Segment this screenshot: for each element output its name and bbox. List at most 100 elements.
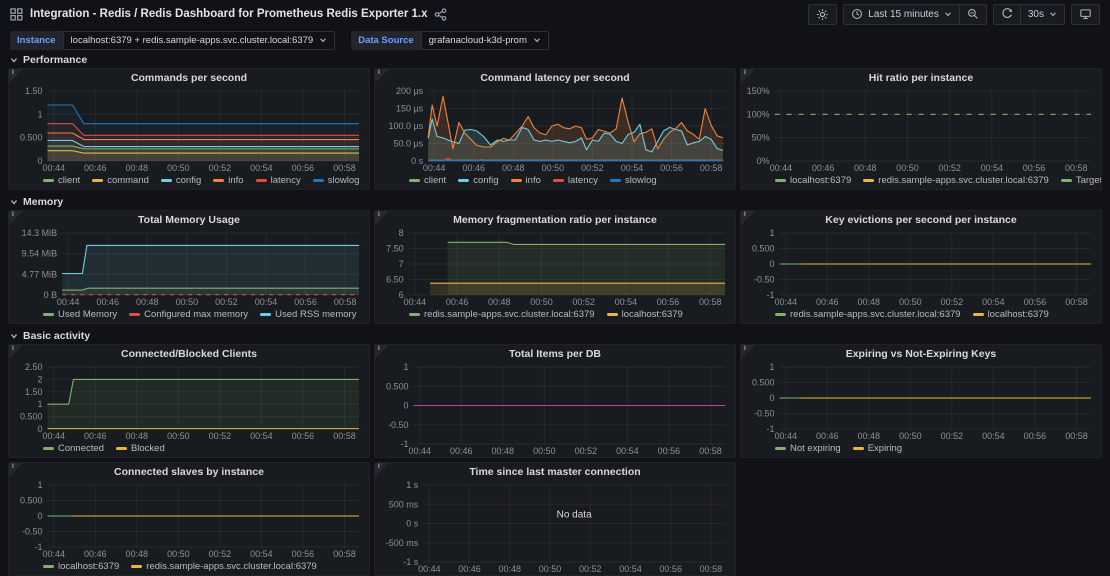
panel-title[interactable]: Key evictions per second per instance bbox=[741, 211, 1101, 228]
page-title[interactable]: Integration - Redis / Redis Dashboard fo… bbox=[30, 8, 427, 20]
panel-title[interactable]: Connected slaves by instance bbox=[9, 463, 369, 480]
share-icon[interactable] bbox=[434, 8, 447, 21]
svg-text:-1: -1 bbox=[766, 424, 774, 434]
chart-plot[interactable]: 00:4400:4600:4800:5000:5200:5400:5600:58… bbox=[745, 86, 1097, 174]
panel-title[interactable]: Total Memory Usage bbox=[9, 211, 369, 228]
legend-item-client[interactable]: client bbox=[43, 175, 80, 186]
legend-item-config[interactable]: config bbox=[458, 175, 498, 186]
svg-text:00:58: 00:58 bbox=[333, 549, 356, 559]
chart-canvas-total_items_per_db[interactable]: 00:4400:4600:4800:5000:5200:5400:5600:58… bbox=[379, 362, 731, 457]
legend-item-target-hit-ratio-for-cache[interactable]: Target hit ratio for cache bbox=[1061, 175, 1101, 186]
chart-canvas-key_evictions[interactable]: 00:4400:4600:4800:5000:5200:5400:5600:58… bbox=[745, 228, 1097, 308]
svg-text:00:50: 00:50 bbox=[899, 297, 922, 307]
legend-item-localhost-6379[interactable]: localhost:6379 bbox=[775, 175, 851, 186]
chart-canvas-hit_ratio[interactable]: 00:4400:4600:4800:5000:5200:5400:5600:58… bbox=[745, 86, 1097, 174]
row-header-memory[interactable]: Memory bbox=[0, 194, 1110, 210]
panel-title[interactable]: Connected/Blocked Clients bbox=[9, 345, 369, 362]
settings-button[interactable] bbox=[808, 4, 837, 25]
dashboard-toolbar: Last 15 minutes 30s bbox=[808, 4, 1100, 25]
svg-text:00:58: 00:58 bbox=[1065, 297, 1088, 307]
legend-item-used-rss-memory[interactable]: Used RSS memory bbox=[260, 309, 356, 320]
chart-plot[interactable]: 00:4400:4600:4800:5000:5200:5400:5600:58… bbox=[379, 480, 731, 575]
svg-text:0.500: 0.500 bbox=[20, 133, 43, 143]
chart-canvas-expiring_keys[interactable]: 00:4400:4600:4800:5000:5200:5400:5600:58… bbox=[745, 362, 1097, 442]
legend-item-info[interactable]: info bbox=[511, 175, 541, 186]
row-header-basic-activity[interactable]: Basic activity bbox=[0, 328, 1110, 344]
datasource-variable-value[interactable]: grafanacloud-k3d-prom bbox=[421, 31, 549, 50]
panel-key_evictions: iKey evictions per second per instance00… bbox=[740, 210, 1102, 324]
chart-legend: redis.sample-apps.svc.cluster.local:6379… bbox=[375, 308, 735, 323]
panel-title[interactable]: Time since last master connection bbox=[375, 463, 735, 480]
chart-canvas-command_latency[interactable]: 00:4400:4600:4800:5000:5200:5400:5600:58… bbox=[379, 86, 731, 174]
legend-item-redis-sample-apps-svc-cluster-local-6379[interactable]: redis.sample-apps.svc.cluster.local:6379 bbox=[775, 309, 961, 320]
time-range-picker[interactable]: Last 15 minutes bbox=[843, 4, 960, 25]
svg-text:00:58: 00:58 bbox=[699, 297, 722, 307]
legend-item-blocked[interactable]: Blocked bbox=[116, 443, 165, 454]
instance-variable-value[interactable]: localhost:6379 + redis.sample-apps.svc.c… bbox=[63, 31, 336, 50]
chart-plot[interactable]: 00:4400:4600:4800:5000:5200:5400:5600:58… bbox=[379, 362, 731, 457]
svg-text:00:46: 00:46 bbox=[446, 297, 469, 307]
legend-item-info[interactable]: info bbox=[213, 175, 243, 186]
kiosk-mode-button[interactable] bbox=[1071, 4, 1100, 25]
chart-canvas-commands_per_second[interactable]: 00:4400:4600:4800:5000:5200:5400:5600:58… bbox=[13, 86, 365, 174]
legend-item-redis-sample-apps-svc-cluster-local-6379[interactable]: redis.sample-apps.svc.cluster.local:6379 bbox=[863, 175, 1049, 186]
legend-item-config[interactable]: config bbox=[161, 175, 201, 186]
refresh-button[interactable] bbox=[993, 4, 1021, 25]
chevron-down-icon bbox=[1049, 10, 1057, 18]
chart-canvas-connected_slaves[interactable]: 00:4400:4600:4800:5000:5200:5400:5600:58… bbox=[13, 480, 365, 560]
legend-item-redis-sample-apps-svc-cluster-local-6379[interactable]: redis.sample-apps.svc.cluster.local:6379 bbox=[131, 561, 317, 572]
panel-title[interactable]: Hit ratio per instance bbox=[741, 69, 1101, 86]
chart-plot[interactable]: 00:4400:4600:4800:5000:5200:5400:5600:58… bbox=[13, 362, 365, 442]
panel-title[interactable]: Commands per second bbox=[9, 69, 369, 86]
row-header-performance[interactable]: Performance bbox=[0, 52, 1110, 68]
legend-item-not-expiring[interactable]: Not expiring bbox=[775, 443, 841, 454]
chart-canvas-connected_blocked_clients[interactable]: 00:4400:4600:4800:5000:5200:5400:5600:58… bbox=[13, 362, 365, 442]
chart-plot[interactable]: 00:4400:4600:4800:5000:5200:5400:5600:58… bbox=[13, 480, 365, 560]
legend-marker bbox=[409, 179, 420, 182]
legend-marker bbox=[775, 179, 786, 182]
legend-marker bbox=[43, 447, 54, 450]
chart-plot[interactable]: 00:4400:4600:4800:5000:5200:5400:5600:58… bbox=[745, 228, 1097, 308]
legend-label: Configured max memory bbox=[144, 309, 248, 320]
panel-title[interactable]: Command latency per second bbox=[375, 69, 735, 86]
apps-grid-icon[interactable] bbox=[10, 8, 23, 21]
panel-title[interactable]: Memory fragmentation ratio per instance bbox=[375, 211, 735, 228]
chart-plot[interactable]: 00:4400:4600:4800:5000:5200:5400:5600:58… bbox=[379, 228, 731, 308]
legend-item-redis-sample-apps-svc-cluster-local-6379[interactable]: redis.sample-apps.svc.cluster.local:6379 bbox=[409, 309, 595, 320]
chart-plot[interactable]: 00:4400:4600:4800:5000:5200:5400:5600:58… bbox=[379, 86, 731, 174]
panel-memory_fragmentation: iMemory fragmentation ratio per instance… bbox=[374, 210, 736, 324]
legend-label: localhost:6379 bbox=[622, 309, 683, 320]
legend-item-slowlog[interactable]: slowlog bbox=[610, 175, 657, 186]
legend-item-latency[interactable]: latency bbox=[256, 175, 301, 186]
chart-plot[interactable]: 00:4400:4600:4800:5000:5200:5400:5600:58… bbox=[13, 228, 365, 308]
chart-canvas-time_since_master[interactable]: 00:4400:4600:4800:5000:5200:5400:5600:58… bbox=[379, 480, 731, 575]
chart-canvas-memory_fragmentation[interactable]: 00:4400:4600:4800:5000:5200:5400:5600:58… bbox=[379, 228, 731, 308]
chart-canvas-total_memory_usage[interactable]: 00:4400:4600:4800:5000:5200:5400:5600:58… bbox=[13, 228, 365, 308]
legend-item-used-memory[interactable]: Used Memory bbox=[43, 309, 117, 320]
legend-item-localhost-6379[interactable]: localhost:6379 bbox=[607, 309, 683, 320]
legend-item-slowlog[interactable]: slowlog bbox=[313, 175, 360, 186]
legend-item-command[interactable]: command bbox=[92, 175, 149, 186]
svg-text:00:52: 00:52 bbox=[209, 431, 232, 441]
panel-total_items_per_db: iTotal Items per DB00:4400:4600:4800:500… bbox=[374, 344, 736, 458]
legend-marker bbox=[458, 179, 469, 182]
legend-item-client[interactable]: client bbox=[409, 175, 446, 186]
legend-marker bbox=[116, 447, 127, 450]
panel-title[interactable]: Expiring vs Not-Expiring Keys bbox=[741, 345, 1101, 362]
legend-marker bbox=[260, 313, 271, 316]
zoom-out-button[interactable] bbox=[960, 4, 987, 25]
svg-text:00:50: 00:50 bbox=[533, 446, 556, 456]
legend-item-connected[interactable]: Connected bbox=[43, 443, 104, 454]
legend-item-configured-max-memory[interactable]: Configured max memory bbox=[129, 309, 248, 320]
chart-plot[interactable]: 00:4400:4600:4800:5000:5200:5400:5600:58… bbox=[13, 86, 365, 174]
svg-text:14.3 MiB: 14.3 MiB bbox=[22, 228, 58, 238]
legend-item-localhost-6379[interactable]: localhost:6379 bbox=[973, 309, 1049, 320]
legend-item-localhost-6379[interactable]: localhost:6379 bbox=[43, 561, 119, 572]
time-controls-group: Last 15 minutes bbox=[843, 4, 987, 25]
panel-title[interactable]: Total Items per DB bbox=[375, 345, 735, 362]
refresh-interval-picker[interactable]: 30s bbox=[1021, 4, 1065, 25]
legend-item-latency[interactable]: latency bbox=[553, 175, 598, 186]
svg-text:00:54: 00:54 bbox=[981, 163, 1004, 173]
chart-plot[interactable]: 00:4400:4600:4800:5000:5200:5400:5600:58… bbox=[745, 362, 1097, 442]
legend-item-expiring[interactable]: Expiring bbox=[853, 443, 902, 454]
